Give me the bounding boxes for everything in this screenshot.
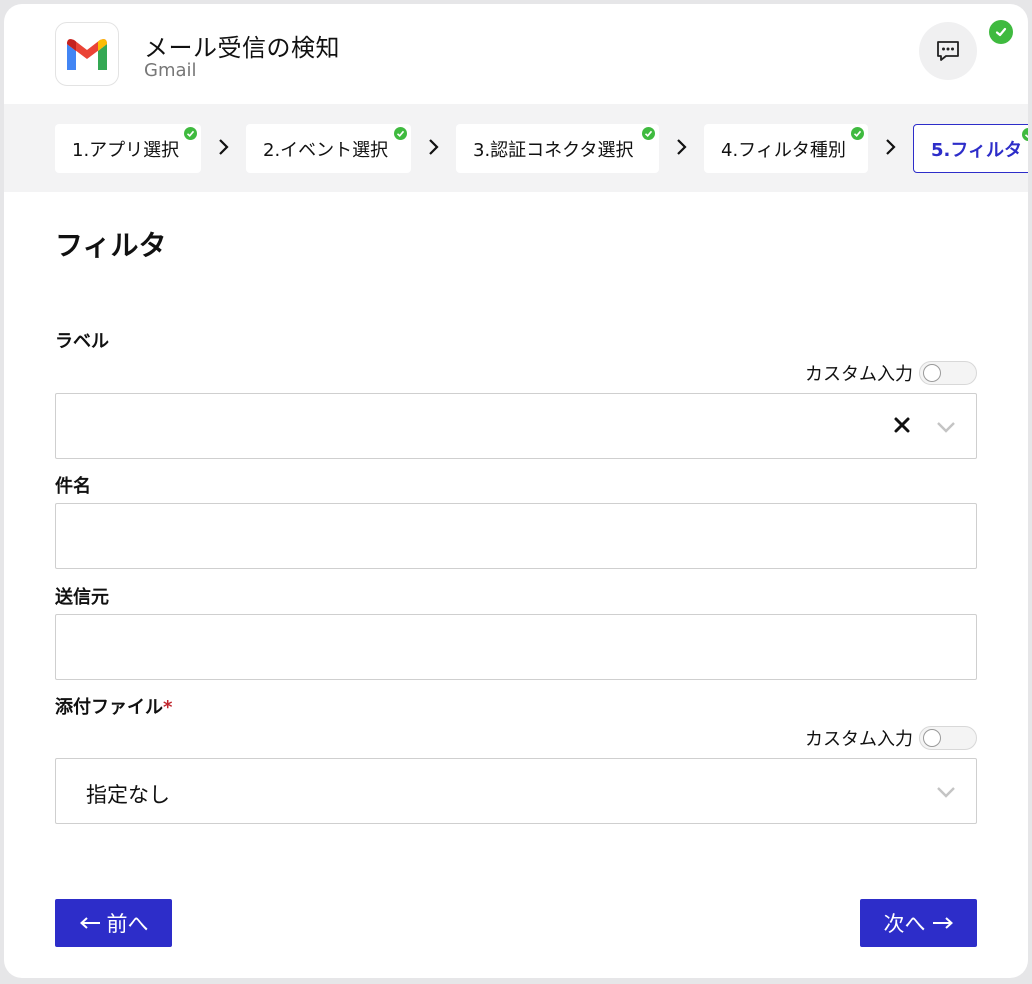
sender-input-box: [55, 614, 977, 680]
attachment-custom-toggle-row: カスタム入力: [805, 725, 977, 751]
subject-input[interactable]: [56, 504, 976, 568]
step-connector-select[interactable]: 3.認証コネクタ選択: [456, 124, 659, 173]
arrow-right-icon: [932, 917, 953, 929]
header: メール受信の検知 Gmail: [4, 4, 1028, 104]
sender-field-label: 送信元: [55, 587, 109, 608]
prev-button-label: 前へ: [106, 912, 149, 936]
chevron-right-icon: [219, 139, 229, 155]
app-name: Gmail: [144, 60, 197, 81]
chevron-right-icon: [429, 139, 439, 155]
step-label: 2.イベント選択: [263, 139, 389, 161]
clear-icon[interactable]: [892, 415, 912, 435]
toggle-knob: [923, 364, 941, 382]
page-app-title: メール受信の検知: [144, 34, 340, 62]
chat-button[interactable]: [919, 22, 977, 80]
step-app-select[interactable]: 1.アプリ選択: [55, 124, 201, 173]
label-custom-input-toggle[interactable]: [919, 361, 977, 385]
step-filter-type[interactable]: 4.フィルタ種別: [704, 124, 868, 173]
custom-input-label: カスタム入力: [805, 729, 913, 750]
prev-button[interactable]: 前へ: [55, 899, 172, 947]
status-check-icon: [989, 20, 1013, 44]
check-icon: [851, 127, 864, 140]
step-filter[interactable]: 5.フィルタ: [913, 124, 1028, 173]
gmail-logo-icon: [55, 22, 119, 86]
step-label: 1.アプリ選択: [72, 139, 180, 161]
attachment-label-text: 添付ファイル: [55, 697, 163, 718]
step-event-select[interactable]: 2.イベント選択: [246, 124, 411, 173]
subject-field-label: 件名: [55, 476, 91, 497]
chevron-right-icon: [677, 139, 687, 155]
form-title: フィルタ: [55, 229, 167, 262]
attachment-custom-input-toggle[interactable]: [919, 726, 977, 750]
label-field-label: ラベル: [55, 331, 109, 352]
next-button[interactable]: 次へ: [860, 899, 977, 947]
check-icon: [1022, 128, 1028, 141]
label-custom-toggle-row: カスタム入力: [805, 360, 977, 386]
next-button-label: 次へ: [883, 912, 926, 936]
chevron-right-icon: [886, 139, 896, 155]
attachment-field-label: 添付ファイル*: [55, 693, 172, 719]
chevron-down-icon[interactable]: [936, 420, 956, 434]
custom-input-label: カスタム入力: [805, 364, 913, 385]
chevron-down-icon[interactable]: [936, 785, 956, 799]
attachment-select-value: 指定なし: [86, 783, 170, 807]
subject-input-box: [55, 503, 977, 569]
chat-bubble-icon: [937, 41, 959, 61]
arrow-left-icon: [79, 917, 100, 929]
attachment-select[interactable]: 指定なし: [55, 758, 977, 824]
step-label: 4.フィルタ種別: [721, 139, 846, 161]
step-label: 5.フィルタ: [931, 139, 1023, 161]
required-mark: *: [163, 697, 173, 718]
label-select[interactable]: [55, 393, 977, 459]
check-icon: [394, 127, 407, 140]
check-icon: [642, 127, 655, 140]
app-card: メール受信の検知 Gmail 1.アプリ選択 2.イベント選択 3.認証コネクタ: [4, 4, 1028, 978]
toggle-knob: [923, 729, 941, 747]
stepper: 1.アプリ選択 2.イベント選択 3.認証コネクタ選択 4.フィルタ種別 5.フ…: [4, 104, 1028, 192]
sender-input[interactable]: [56, 615, 976, 679]
check-icon: [184, 127, 197, 140]
step-label: 3.認証コネクタ選択: [473, 139, 634, 161]
